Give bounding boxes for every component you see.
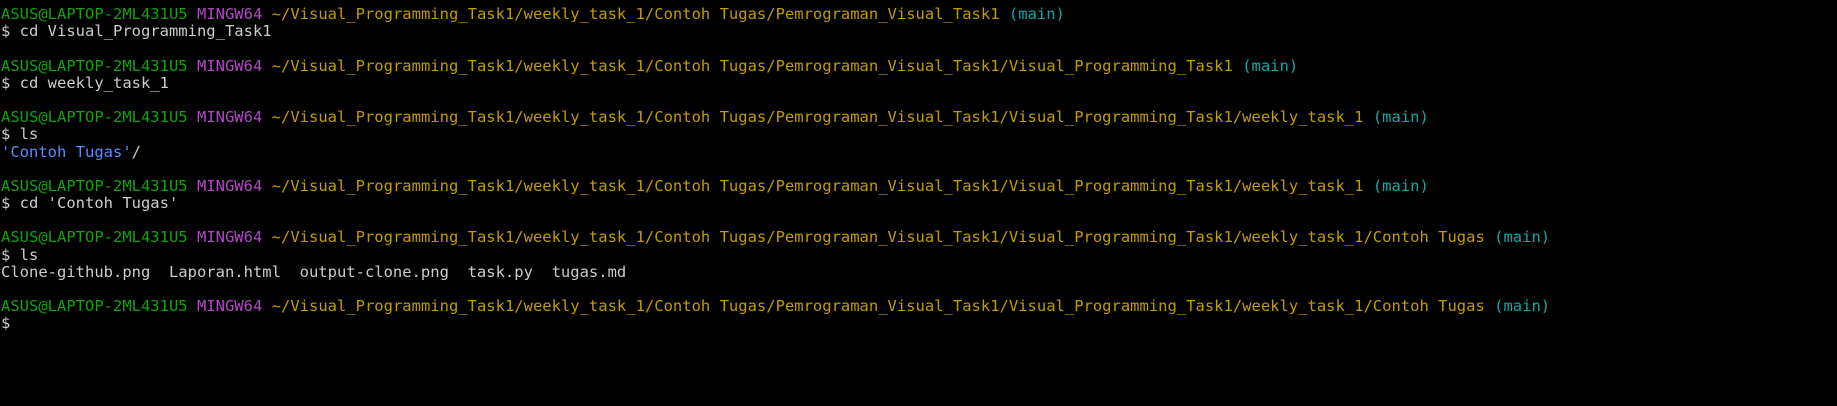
prompt-user: ASUS@LAPTOP-2ML431U5 <box>1 176 188 195</box>
command-line: $ ls <box>1 245 1837 264</box>
directory-suffix: / <box>131 142 141 161</box>
git-branch: (main) <box>1494 228 1551 247</box>
prompt-system: MINGW64 <box>196 297 263 316</box>
prompt-line: ASUS@LAPTOP-2ML431U5 MINGW64 ~/Visual_Pr… <box>1 56 1837 75</box>
command-line: $ cd 'Contoh Tugas' <box>1 194 1837 213</box>
git-branch: (main) <box>1372 176 1429 195</box>
git-branch: (main) <box>1242 56 1299 75</box>
command-text: $ ls <box>1 125 39 144</box>
prompt-path: ~/Visual_Programming_Task1/weekly_task_1… <box>271 108 1364 127</box>
prompt-path: ~/Visual_Programming_Task1/weekly_task_1… <box>271 176 1364 195</box>
output-line: 'Contoh Tugas'/ <box>1 142 1837 161</box>
prompt-system: MINGW64 <box>196 228 263 247</box>
prompt-line: ASUS@LAPTOP-2ML431U5 MINGW64 ~/Visual_Pr… <box>1 176 1837 195</box>
command-line: $ ls <box>1 126 1837 143</box>
git-branch: (main) <box>1494 297 1551 316</box>
prompt-user: ASUS@LAPTOP-2ML431U5 <box>1 56 188 75</box>
prompt-line: ASUS@LAPTOP-2ML431U5 MINGW64 ~/Visual_Pr… <box>1 298 1837 315</box>
command-text: $ cd weekly_task_1 <box>1 73 169 92</box>
prompt-path: ~/Visual_Programming_Task1/weekly_task_1… <box>271 5 1000 23</box>
prompt-system: MINGW64 <box>196 108 263 127</box>
prompt-path: ~/Visual_Programming_Task1/weekly_task_1… <box>271 56 1233 75</box>
prompt-line: ASUS@LAPTOP-2ML431U5 MINGW64 ~/Visual_Pr… <box>1 109 1837 126</box>
prompt-line: ASUS@LAPTOP-2ML431U5 MINGW64 ~/Visual_Pr… <box>1 5 1837 23</box>
prompt-system: MINGW64 <box>196 5 263 23</box>
command-line: $ <box>1 315 1837 332</box>
prompt-user: ASUS@LAPTOP-2ML431U5 <box>1 297 188 316</box>
git-branch: (main) <box>1372 108 1429 127</box>
prompt-line: ASUS@LAPTOP-2ML431U5 MINGW64 ~/Visual_Pr… <box>1 229 1837 246</box>
prompt-path: ~/Visual_Programming_Task1/weekly_task_1… <box>271 297 1485 316</box>
terminal-window[interactable]: ASUS@LAPTOP-2ML431U5 MINGW64 ~/Visual_Pr… <box>0 0 1837 333</box>
prompt-user: ASUS@LAPTOP-2ML431U5 <box>1 108 188 127</box>
prompt-system: MINGW64 <box>196 56 263 75</box>
output-line: Clone-github.png Laporan.html output-clo… <box>1 262 1837 281</box>
directory-name: 'Contoh Tugas' <box>1 142 132 161</box>
prompt-user: ASUS@LAPTOP-2ML431U5 <box>1 228 188 247</box>
output-text: Clone-github.png Laporan.html output-clo… <box>1 262 627 281</box>
command-line: $ cd weekly_task_1 <box>1 73 1837 92</box>
command-text: $ cd 'Contoh Tugas' <box>1 194 179 213</box>
command-text: $ ls <box>1 245 39 264</box>
prompt-path: ~/Visual_Programming_Task1/weekly_task_1… <box>271 228 1485 247</box>
command-text: $ cd Visual_Programming_Task1 <box>1 22 272 41</box>
prompt-system: MINGW64 <box>196 176 263 195</box>
prompt-user: ASUS@LAPTOP-2ML431U5 <box>1 5 188 23</box>
git-branch: (main) <box>1008 5 1065 23</box>
command-text: $ <box>1 314 11 333</box>
command-line: $ cd Visual_Programming_Task1 <box>1 23 1837 40</box>
